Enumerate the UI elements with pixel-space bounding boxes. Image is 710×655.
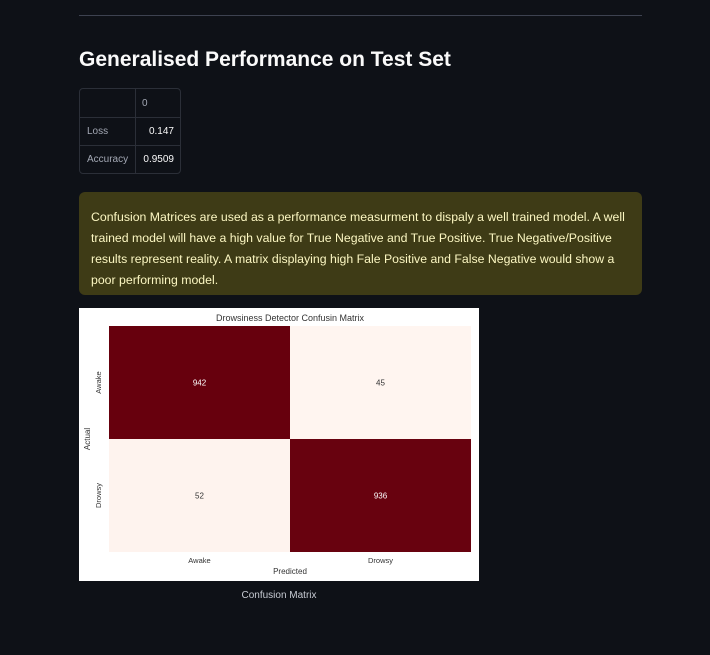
page-title: Generalised Performance on Test Set (79, 48, 451, 71)
y-tick-label: Awake (94, 371, 103, 393)
chart-title: Drowsiness Detector Confusin Matrix (216, 313, 365, 323)
row-label: Accuracy (80, 146, 136, 173)
top-divider (79, 15, 642, 16)
table-header-row: 0 (80, 89, 180, 117)
info-alert: Confusion Matrices are used as a perform… (79, 192, 642, 295)
table-row: Accuracy 0.9509 (80, 145, 180, 173)
column-header-cell: 0 (142, 97, 148, 109)
row-value: 0.9509 (143, 154, 174, 165)
cell-value-label: 936 (374, 492, 388, 501)
row-label: Loss (80, 118, 136, 145)
x-tick-label: Awake (188, 556, 210, 565)
y-tick-label: Drowsy (94, 483, 103, 508)
y-axis-label: Actual (83, 428, 92, 450)
metrics-table: 0 Loss 0.147 Accuracy 0.9509 (79, 88, 181, 174)
cell-value-label: 45 (376, 379, 385, 388)
x-axis-label: Predicted (273, 567, 307, 576)
table-row: Loss 0.147 (80, 117, 180, 145)
cell-value-label: 52 (195, 492, 204, 501)
confusion-matrix-figure: Drowsiness Detector Confusin Matrix 942 45… (79, 308, 479, 581)
row-value: 0.147 (148, 126, 174, 137)
figure-caption: Confusion Matrix (241, 590, 317, 601)
cell-value-label: 942 (193, 379, 207, 388)
confusion-matrix-chart: Drowsiness Detector Confusin Matrix 942 45… (83, 313, 471, 576)
index-header-cell (80, 89, 136, 117)
info-text: Confusion Matrices are used as a perform… (91, 210, 625, 287)
x-tick-label: Drowsy (368, 556, 393, 565)
